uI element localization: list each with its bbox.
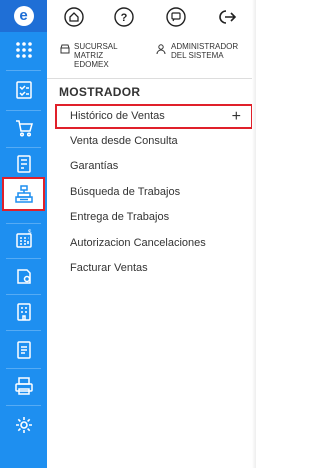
cart-icon[interactable] bbox=[0, 110, 47, 146]
user-info: ADMINISTRADOR DEL SISTEMA bbox=[171, 42, 238, 60]
chat-icon[interactable] bbox=[166, 7, 186, 27]
logout-icon[interactable] bbox=[217, 7, 237, 27]
submenu: Histórico de Ventas + Venta desde Consul… bbox=[55, 104, 253, 281]
checklist-icon[interactable] bbox=[0, 72, 47, 108]
menu-panel: ? SUCURSAL MATRIZ EDOMEX ADMINISTRADOR D… bbox=[47, 0, 256, 468]
panel-edge bbox=[252, 0, 256, 468]
app-logo[interactable]: e bbox=[0, 0, 47, 32]
menu-item-label: Venta desde Consulta bbox=[70, 135, 178, 147]
building-icon[interactable] bbox=[0, 294, 47, 330]
menu-item-historico-ventas[interactable]: Histórico de Ventas + bbox=[55, 104, 253, 129]
apps-grid-icon[interactable] bbox=[0, 32, 47, 68]
printer-icon[interactable] bbox=[0, 368, 47, 404]
branch-line-1: SUCURSAL bbox=[74, 42, 118, 51]
menu-item-label: Histórico de Ventas bbox=[70, 110, 165, 122]
box-icon[interactable] bbox=[0, 258, 47, 294]
divider bbox=[47, 78, 256, 79]
expand-plus-icon[interactable]: + bbox=[232, 106, 241, 127]
side-rail: e $ bbox=[0, 0, 47, 468]
user-icon bbox=[156, 44, 166, 54]
menu-item-label: Entrega de Trabajos bbox=[70, 211, 170, 224]
logo-letter: e bbox=[13, 6, 34, 26]
menu-item-facturar-ventas[interactable]: Facturar Ventas bbox=[55, 256, 253, 281]
section-title: MOSTRADOR bbox=[59, 85, 141, 99]
menu-item-label: Búsqueda de Trabajos bbox=[70, 185, 181, 198]
menu-item-venta-consulta[interactable]: Venta desde Consulta bbox=[55, 129, 253, 154]
branch-info: SUCURSAL MATRIZ EDOMEX bbox=[74, 42, 118, 69]
branch-line-3: EDOMEX bbox=[74, 60, 109, 69]
menu-item-label: Garantías bbox=[70, 160, 119, 173]
calculator-icon[interactable]: $ bbox=[0, 221, 47, 257]
document-icon[interactable] bbox=[0, 332, 47, 368]
top-toolbar: ? bbox=[47, 0, 256, 36]
menu-item-busqueda-trabajos[interactable]: Búsqueda de Trabajos bbox=[55, 180, 253, 205]
menu-item-label: Facturar Ventas bbox=[70, 261, 148, 274]
help-icon[interactable]: ? bbox=[114, 7, 134, 27]
menu-item-autorizacion-cancelaciones[interactable]: Autorizacion Cancelaciones bbox=[55, 231, 253, 256]
menu-item-label: Autorizacion Cancelaciones bbox=[70, 236, 206, 249]
svg-text:?: ? bbox=[121, 12, 128, 24]
settings-gear-icon[interactable] bbox=[0, 407, 47, 443]
menu-item-entrega-trabajos[interactable]: Entrega de Trabajos bbox=[55, 205, 253, 230]
user-line-1: ADMINISTRADOR bbox=[171, 42, 239, 51]
branch-line-2: MATRIZ bbox=[74, 51, 104, 60]
cashier-icon[interactable] bbox=[2, 177, 45, 211]
user-line-2: DEL SISTEMA bbox=[171, 51, 224, 60]
home-icon[interactable] bbox=[64, 7, 84, 27]
menu-item-garantias[interactable]: Garantías bbox=[55, 154, 253, 179]
branch-icon bbox=[60, 44, 70, 54]
